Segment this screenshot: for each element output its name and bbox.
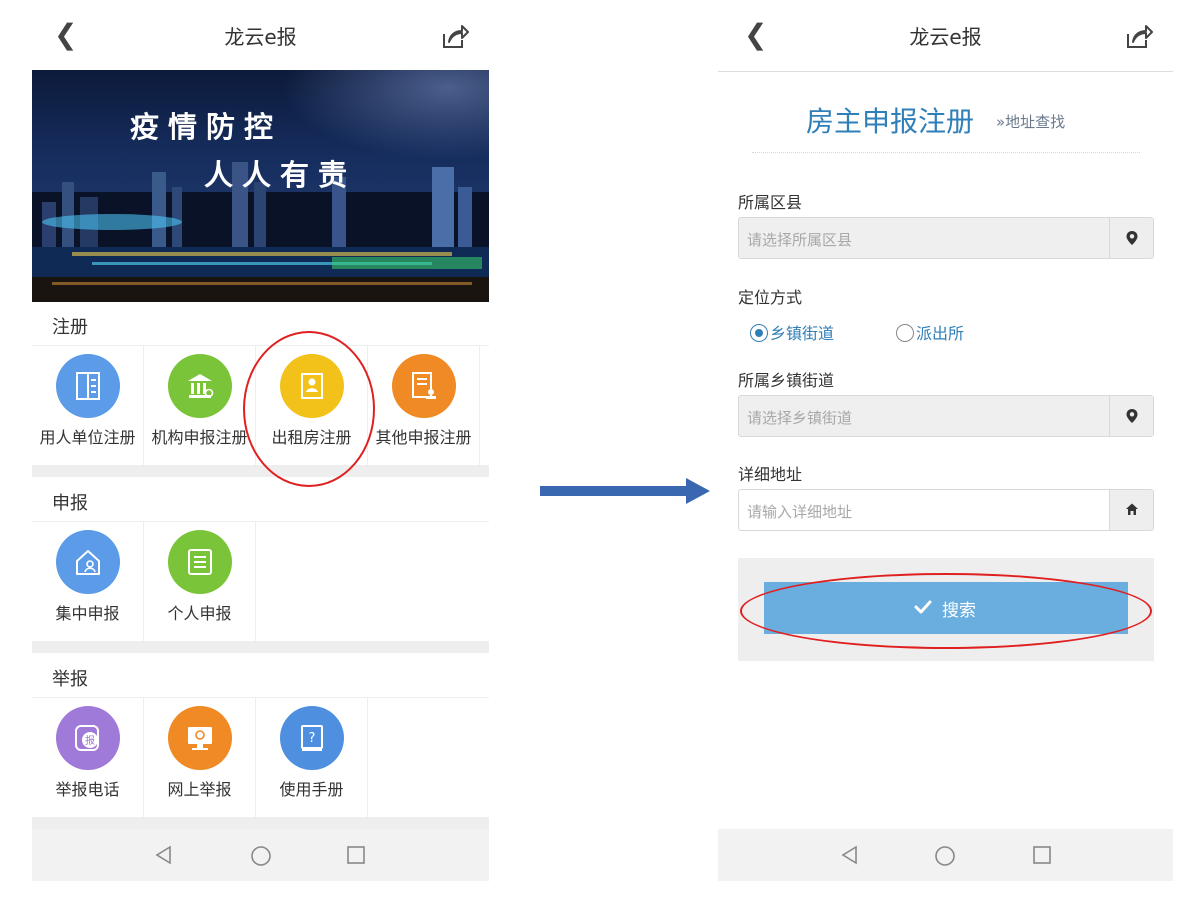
address-label: 详细地址	[738, 465, 803, 484]
form-subtitle: »地址查找	[996, 113, 1066, 131]
district-placeholder: 请选择所属区县	[747, 231, 853, 249]
share-icon[interactable]	[1123, 22, 1153, 52]
grid-item-group-declare[interactable]: 集中申报	[32, 522, 144, 642]
address-placeholder: 请输入详细地址	[747, 503, 853, 521]
radio-street[interactable]: 乡镇街道	[750, 320, 834, 344]
district-label: 所属区县	[738, 193, 803, 212]
nav-recents-icon[interactable]	[1032, 845, 1052, 865]
svg-text:报: 报	[85, 734, 95, 747]
left-phone-screen: ❮ 龙云e报 疫情防控 人人有责 注册 用人单位注册 机构申报注册 出租房注册 …	[32, 0, 489, 881]
street-select[interactable]: 请选择乡镇街道	[738, 395, 1154, 437]
locate-mode-label: 定位方式	[738, 288, 803, 307]
right-phone-screen: ❮ 龙云e报 房主申报注册 »地址查找 所属区县 请选择所属区县 定位方式 乡镇…	[718, 0, 1173, 881]
banner-image: 疫情防控 人人有责	[32, 70, 489, 302]
share-icon[interactable]	[439, 22, 469, 52]
building-document-icon	[76, 372, 100, 400]
radio-police-station[interactable]: 派出所	[896, 320, 964, 344]
nav-home-icon[interactable]	[250, 845, 272, 867]
grid-item-other-register[interactable]: 其他申报注册	[368, 346, 480, 466]
manual-book-icon: ?	[301, 725, 323, 751]
report-grid: 报 举报电话 网上举报 ? 使用手册	[32, 697, 489, 818]
system-nav-bar	[718, 829, 1173, 881]
grid-item-label: 用人单位注册	[39, 428, 136, 447]
top-bar: ❮ 龙云e报	[32, 0, 489, 70]
banner-slogan-line1: 疫情防控	[130, 110, 283, 144]
annotation-circle	[243, 331, 375, 487]
form-list-icon	[188, 549, 212, 575]
banner-slogan-line2: 人人有责	[204, 158, 357, 192]
grid-item-personal-declare[interactable]: 个人申报	[144, 522, 256, 642]
section-divider	[32, 465, 489, 477]
nav-back-icon[interactable]	[840, 845, 860, 865]
grid-item-label: 网上举报	[167, 780, 232, 799]
grid-item-label: 个人申报	[167, 604, 232, 623]
nav-recents-icon[interactable]	[346, 845, 366, 865]
map-marker-icon	[1126, 409, 1138, 423]
radio-police-label: 派出所	[916, 324, 965, 343]
monitor-report-icon	[188, 727, 212, 750]
grid-item-report-phone[interactable]: 报 举报电话	[32, 698, 144, 818]
nav-back-icon[interactable]	[154, 845, 174, 865]
grid-item-label: 举报电话	[55, 780, 120, 799]
svg-text:?: ?	[309, 731, 316, 746]
system-nav-bar	[32, 829, 489, 881]
section-divider	[32, 817, 489, 829]
header-divider	[718, 71, 1173, 72]
document-stamp-icon	[412, 372, 436, 399]
street-label: 所属乡镇街道	[738, 371, 835, 390]
grid-item-user-manual[interactable]: ? 使用手册	[256, 698, 368, 818]
home-icon	[1126, 503, 1138, 515]
title-divider	[752, 152, 1140, 153]
district-locate-button[interactable]	[1109, 218, 1153, 258]
grid-item-online-report[interactable]: 网上举报	[144, 698, 256, 818]
grid-item-employer-register[interactable]: 用人单位注册	[32, 346, 144, 466]
street-locate-button[interactable]	[1109, 396, 1153, 436]
form-title: 房主申报注册	[806, 105, 975, 138]
grid-item-label: 其他申报注册	[375, 428, 472, 447]
map-marker-icon	[1126, 231, 1138, 245]
nav-home-icon[interactable]	[934, 845, 956, 867]
app-title: 龙云e报	[224, 25, 297, 49]
radio-unchecked-icon	[896, 324, 914, 342]
district-select[interactable]: 请选择所属区县	[738, 217, 1154, 259]
radio-checked-icon	[750, 324, 768, 342]
declare-grid: 集中申报 个人申报	[32, 521, 489, 642]
app-title: 龙云e报	[909, 25, 982, 49]
top-bar: ❮ 龙云e报	[718, 0, 1173, 70]
section-divider	[32, 641, 489, 653]
annotation-circle	[740, 573, 1152, 649]
institution-icon	[188, 374, 214, 398]
address-home-button[interactable]	[1109, 490, 1153, 530]
address-input[interactable]: 请输入详细地址	[738, 489, 1154, 531]
section-title-report: 举报	[52, 669, 88, 690]
grid-item-label: 使用手册	[279, 780, 344, 799]
street-placeholder: 请选择乡镇街道	[747, 409, 853, 427]
flow-arrow-icon	[540, 478, 710, 504]
section-title-declare: 申报	[52, 493, 88, 514]
report-phone-icon: 报	[75, 725, 99, 751]
section-title-register: 注册	[52, 317, 88, 338]
radio-street-label: 乡镇街道	[770, 324, 835, 343]
grid-item-institution-register[interactable]: 机构申报注册	[144, 346, 256, 466]
house-person-icon	[76, 550, 100, 575]
grid-item-label: 机构申报注册	[151, 428, 248, 447]
grid-item-label: 集中申报	[55, 604, 120, 623]
